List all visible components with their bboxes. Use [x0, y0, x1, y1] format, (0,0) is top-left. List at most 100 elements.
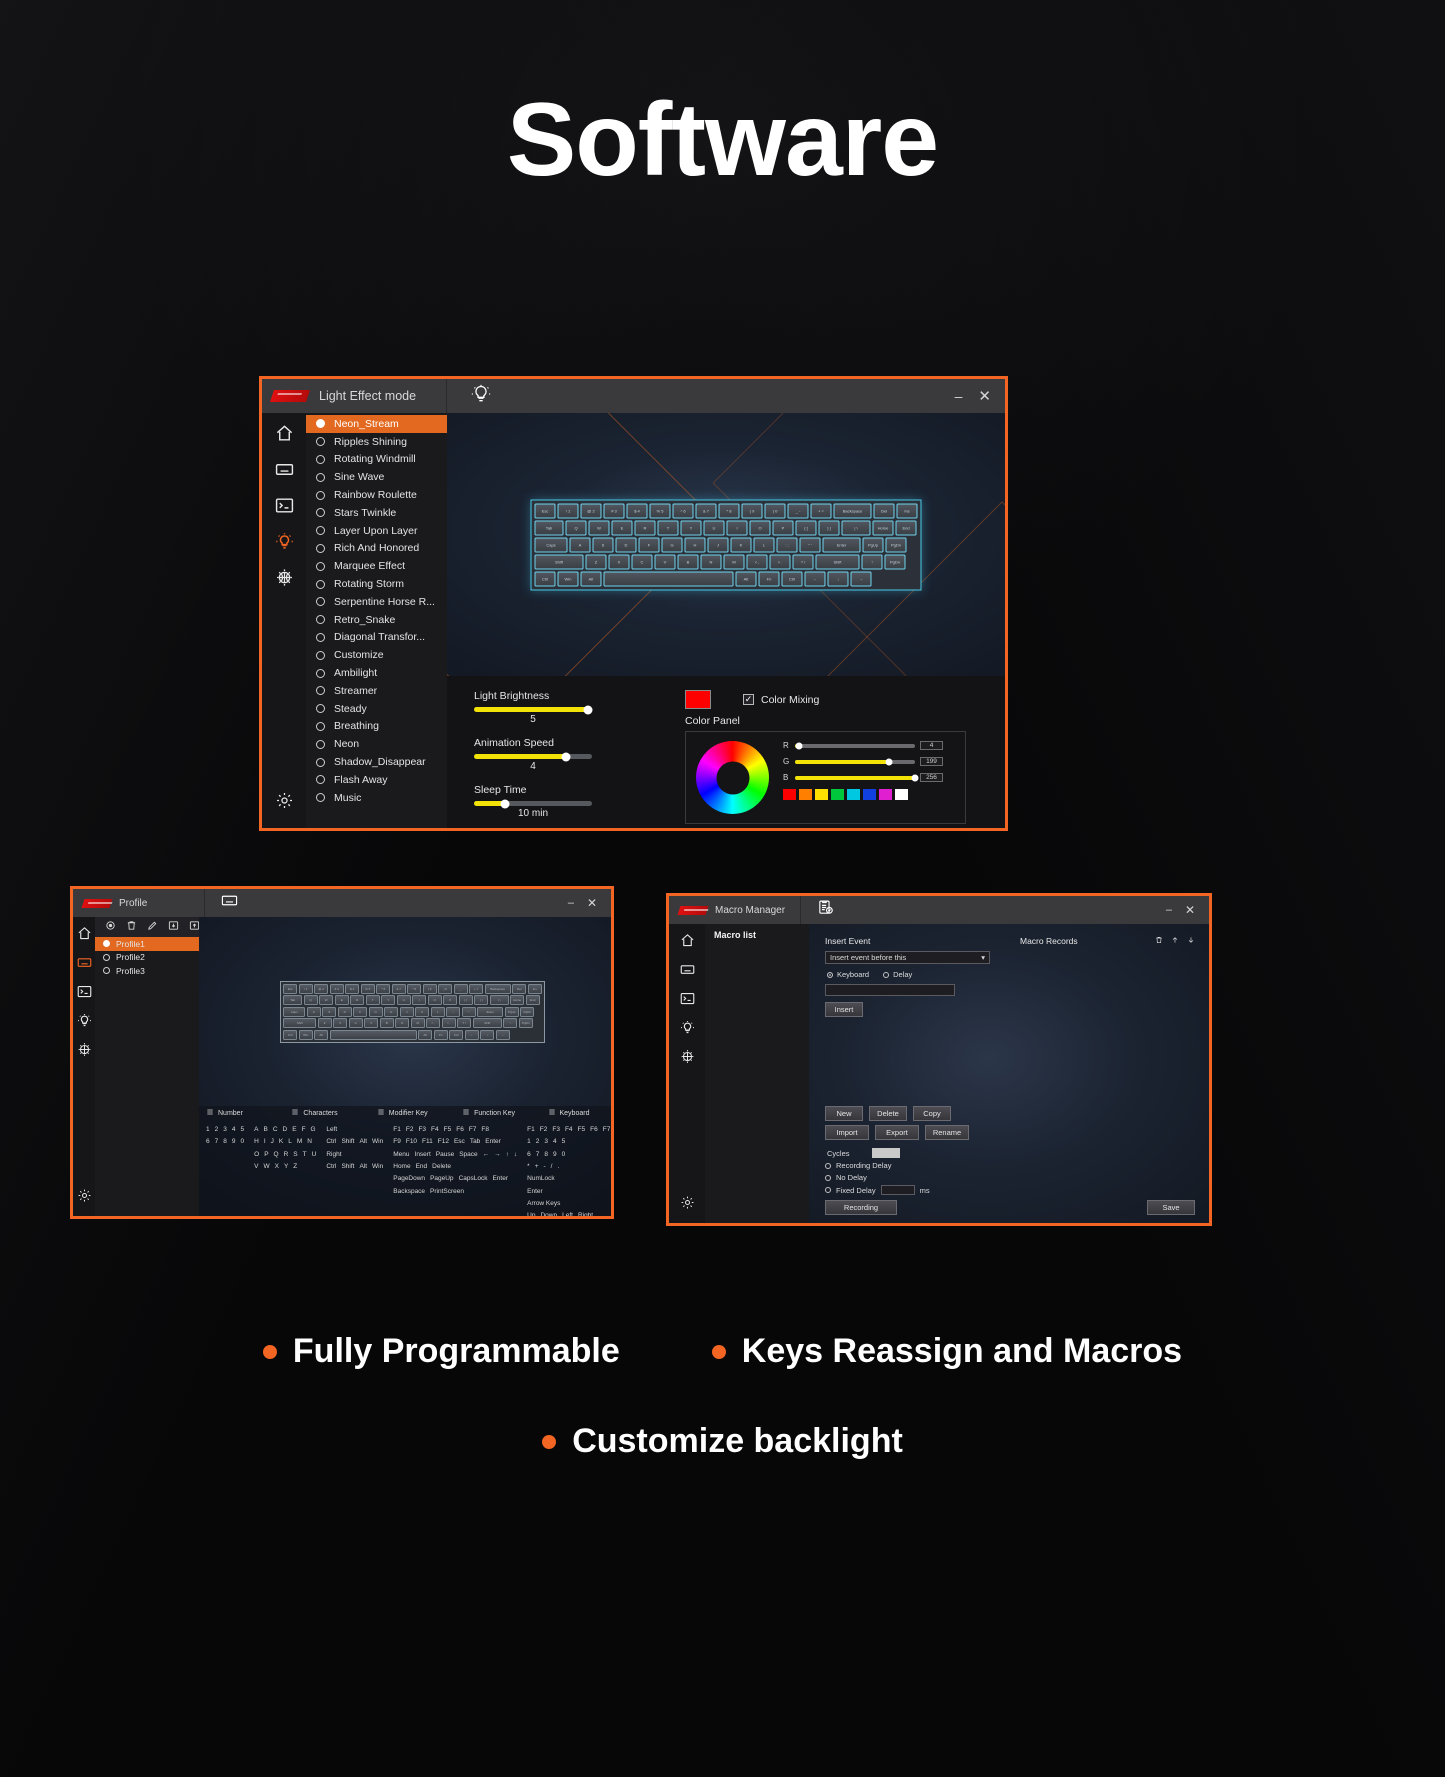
assignable-key[interactable]: T [303, 1149, 307, 1161]
assignable-key[interactable]: I [264, 1136, 266, 1148]
assignable-key[interactable]: S [293, 1149, 297, 1161]
assignable-key[interactable]: G [311, 1124, 316, 1136]
color-preset-swatch[interactable] [895, 789, 908, 800]
keyboard-key[interactable]: Enter [822, 537, 861, 552]
keyboard-key[interactable]: A [569, 537, 591, 552]
delete-icon[interactable] [126, 918, 137, 936]
insert-button[interactable]: Insert [825, 1002, 863, 1017]
sidebar-item-keyboard[interactable] [676, 961, 698, 983]
assignable-key[interactable]: F10 [406, 1136, 417, 1148]
keyboard-key[interactable]: O [427, 995, 442, 1005]
macro-copy-button[interactable]: Copy [913, 1106, 951, 1121]
macro-button-row-2[interactable]: Import Export Rename [825, 1125, 969, 1140]
keyboard-key[interactable]: P [772, 520, 794, 535]
keyboard-key[interactable]: G [368, 1006, 383, 1017]
assignable-key[interactable]: 5 [241, 1124, 245, 1136]
keyboard-key[interactable]: → [495, 1029, 510, 1040]
assignable-key[interactable]: PageDown [393, 1173, 425, 1185]
light-effect-item[interactable]: Ripples Shining [306, 433, 447, 451]
sidebar-item-keyboard[interactable] [271, 459, 297, 485]
keyboard-key[interactable]: PgDn [518, 1018, 533, 1028]
fixed-delay-input[interactable] [880, 1185, 915, 1195]
keyboard-key[interactable]: H [684, 537, 706, 552]
assignable-key[interactable]: Menu [393, 1149, 409, 1161]
keyboard-key[interactable]: ( 9 [422, 983, 437, 994]
assignable-key[interactable]: F3 [552, 1124, 560, 1136]
keyboard-key[interactable]: ! 1 [298, 983, 313, 994]
keyboard-key[interactable]: ( 9 [741, 503, 763, 518]
keyboard-key[interactable] [329, 1029, 417, 1040]
color-preset-swatch[interactable] [783, 789, 796, 800]
sidebar-item-terminal[interactable] [676, 990, 698, 1012]
keyboard-key[interactable]: PgDn [885, 537, 907, 552]
keyboard-key[interactable]: P [443, 995, 458, 1005]
macro-delete-button[interactable]: Delete [869, 1106, 907, 1121]
keyboard-key[interactable]: Ctrl [534, 571, 556, 586]
light-effect-item[interactable]: Rotating Storm [306, 575, 447, 593]
record-icon[interactable] [105, 918, 116, 936]
keyboard-key[interactable]: X [333, 1018, 348, 1028]
sidebar-item-home[interactable] [676, 932, 698, 954]
assignable-key[interactable]: Win [372, 1136, 383, 1148]
assignable-key[interactable]: - [543, 1161, 545, 1173]
keyboard-key[interactable]: Alt [418, 1029, 433, 1040]
light-effect-item[interactable]: Rainbow Roulette [306, 486, 447, 504]
keyboard-key[interactable]: N [700, 554, 722, 569]
color-mixing-checkbox[interactable]: ✓ [743, 694, 754, 705]
assignable-key[interactable]: → [494, 1149, 501, 1161]
assignable-key[interactable]: F1 [527, 1124, 535, 1136]
light-effect-item[interactable]: Customize [306, 646, 447, 664]
keyboard-key[interactable]: Home [510, 995, 525, 1005]
rgb-slider-row[interactable]: B 256 [783, 773, 955, 782]
keyboard-key[interactable]: Y [381, 995, 396, 1005]
keyboard-key[interactable]: _ - [787, 503, 809, 518]
keyboard-key[interactable]: Ctrl [449, 1029, 464, 1040]
assignable-key[interactable]: F3 [418, 1124, 426, 1136]
assignable-key[interactable]: Shift [341, 1136, 354, 1148]
keyboard-key[interactable]: | \ [841, 520, 871, 535]
light-effect-item[interactable]: Marquee Effect [306, 557, 447, 575]
keyboard-key[interactable]: D [615, 537, 637, 552]
color-preset-swatch[interactable] [831, 789, 844, 800]
keyboard-key[interactable]: O [749, 520, 771, 535]
move-down-icon[interactable] [1187, 936, 1195, 946]
assignable-key[interactable]: Home [393, 1161, 410, 1173]
key-category-tab[interactable]: Keyboard [541, 1108, 612, 1118]
keyboard-key[interactable]: Win [557, 571, 579, 586]
keyboard-key[interactable]: $ 4 [345, 983, 360, 994]
keyboard-key[interactable]: Enter [477, 1006, 504, 1017]
assignable-key[interactable]: F5 [444, 1124, 452, 1136]
rgb-value[interactable]: 199 [920, 757, 943, 766]
assignable-key[interactable]: V [254, 1161, 258, 1173]
keyboard-key[interactable]: ^ 6 [672, 503, 694, 518]
insert-event-input[interactable] [825, 984, 955, 996]
rgb-slider[interactable] [795, 742, 915, 749]
macro-import-button[interactable]: Import [825, 1125, 869, 1140]
delay-options-group[interactable]: Recording Delay No Delay Fixed Delay ms [825, 1161, 969, 1195]
light-effect-item[interactable]: Ambilight [306, 664, 447, 682]
keyboard-key[interactable]: Backspace [833, 503, 872, 518]
keyboard-key[interactable]: D [337, 1006, 352, 1017]
keyboard-key[interactable]: ? / [457, 1018, 472, 1028]
keyboard-key[interactable]: # 3 [329, 983, 344, 994]
keyboard-key[interactable]: R [634, 520, 656, 535]
color-presets[interactable] [783, 789, 955, 800]
sidebar-item-terminal[interactable] [73, 983, 95, 1005]
profile-items[interactable]: Profile1 Profile2 Profile3 [95, 937, 199, 978]
assignable-key[interactable]: 7 [536, 1149, 540, 1161]
assignable-key[interactable]: F4 [565, 1124, 573, 1136]
keyboard-key[interactable]: ↑ [503, 1018, 518, 1028]
keyboard-key[interactable]: K [415, 1006, 430, 1017]
key-category-tab[interactable]: Number [199, 1108, 284, 1118]
light-effect-item[interactable]: Diagonal Transfor... [306, 629, 447, 647]
assignable-key[interactable]: Insert [415, 1149, 431, 1161]
keyboard-key[interactable]: % 5 [649, 503, 671, 518]
move-up-icon[interactable] [1171, 936, 1179, 946]
keyboard-key[interactable]: Alt [580, 571, 602, 586]
assignable-key[interactable]: O [254, 1149, 259, 1161]
rgb-slider-row[interactable]: R4 [783, 741, 955, 750]
keyboard-key[interactable]: { [ [458, 995, 473, 1005]
assignable-key[interactable]: E [292, 1124, 296, 1136]
assignable-key[interactable]: Ctrl [326, 1136, 336, 1148]
sidebar-item-lighting[interactable] [271, 531, 297, 557]
